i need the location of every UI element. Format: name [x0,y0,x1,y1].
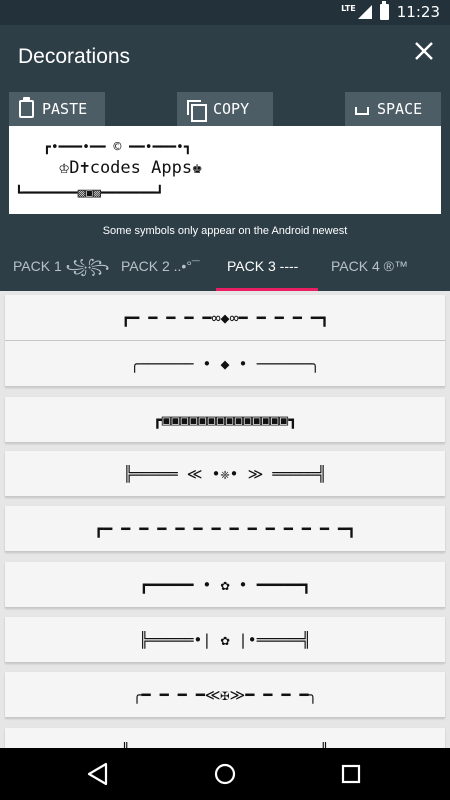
page-title: Decorations [18,45,131,68]
paste-button[interactable]: PASTE [9,92,105,126]
decoration-item[interactable]: ╠═════•| ✿ |•═════╣ [5,617,445,663]
space-button[interactable]: SPACE [345,92,441,126]
signal-icon [357,5,372,19]
paste-label: PASTE [42,100,88,118]
decoration-item[interactable]: ╭────── • ◆ • ──────╮ [5,341,445,387]
decoration-text: ┏▣▣▣▣▣▣▣▣▣▣▣▣▣▣┓ [152,411,298,429]
decoration-text: ┏━━━━━ • ✿ • ━━━━━┓ [139,576,311,594]
decoration-text: ╠═════•| ✿ |•═════╣ [139,631,311,649]
decoration-text: ╠═════ ≪ •❈• ≫ ═════╣ [123,465,327,483]
preview-line-2: ♔D✝codes Apps♚ [59,158,203,178]
space-label: SPACE [377,100,423,118]
preview-line-3: ┗━━━━━━━▧▣▨━━━━━━━┛ [15,186,164,201]
decoration-item[interactable]: ┏━━━━━ • ✿ • ━━━━━┓ [5,562,445,608]
compatibility-notice: Some symbols only appear on the Android … [102,225,348,237]
close-icon [415,42,433,60]
decoration-text: ╭────── • ◆ • ──────╮ [130,355,320,373]
back-icon[interactable] [84,760,112,788]
decoration-item[interactable]: ┏━ ━ ━ ━ ━ ━ ━ ━ ━ ━ ━ ━ ━ ━┓ [5,506,445,552]
copy-button[interactable]: COPY [177,92,273,126]
edit-toolbar: PASTE COPY SPACE [0,90,450,126]
copy-label: COPY [213,100,250,118]
clipboard-icon [19,97,34,118]
tab-pack-4[interactable]: PACK 4 ®™ [318,245,450,291]
copy-icon [187,100,207,122]
recent-apps-icon[interactable] [337,760,365,788]
space-icon [355,107,369,115]
decoration-text: ╭━ ━ ━ ━≪✠≫━ ━ ━ ━╮ [132,686,318,704]
tab-pack-2[interactable]: PACK 2 ..•°¯ [108,245,216,291]
status-bar: LTE 11:23 [0,0,450,25]
app-bar: Decorations [0,25,450,90]
decoration-text: ┏━ ━ ━ ━ ━ ━ ━ ━ ━ ━ ━ ━ ━ ━┓ [94,520,356,538]
decoration-item[interactable]: ╭━ ━ ━ ━≪✠≫━ ━ ━ ━╮ [5,672,445,718]
home-icon[interactable] [211,760,239,788]
tab-pack-3[interactable]: PACK 3 ---- [216,245,318,291]
decoration-list[interactable]: ┏━ ━ ━ ━ ━∞◆∞━ ━ ━ ━ ━┓ ╭────── • ◆ • ──… [0,291,450,748]
decoration-item[interactable]: ║ ║ [5,728,445,748]
battery-icon [379,1,389,20]
decoration-item[interactable]: ┏▣▣▣▣▣▣▣▣▣▣▣▣▣▣┓ [5,397,445,443]
pack-tabs: PACK 1 ꧁꧂ PACK 2 ..•°¯ PACK 3 ---- PACK … [0,245,450,291]
tab-pack-1[interactable]: PACK 1 ꧁꧂ [0,245,109,291]
preview-line-1: ┏•━━━•━━ © ━━•━━━•┓ [43,140,192,155]
decoration-item[interactable]: ┏━ ━ ━ ━ ━∞◆∞━ ━ ━ ━ ━┓ [5,295,445,341]
close-button[interactable] [412,41,436,65]
network-type: LTE [341,3,356,13]
preview-text-area[interactable]: ┏•━━━•━━ © ━━•━━━•┓ ♔D✝codes Apps♚ ┗━━━━… [9,126,441,214]
decoration-text: ┏━ ━ ━ ━ ━∞◆∞━ ━ ━ ━ ━┓ [121,309,329,327]
decoration-item[interactable]: ╠═════ ≪ •❈• ≫ ═════╣ [5,451,445,497]
navigation-bar [0,748,450,800]
decoration-text: ║ ║ [121,728,329,748]
clock: 11:23 [396,3,440,21]
